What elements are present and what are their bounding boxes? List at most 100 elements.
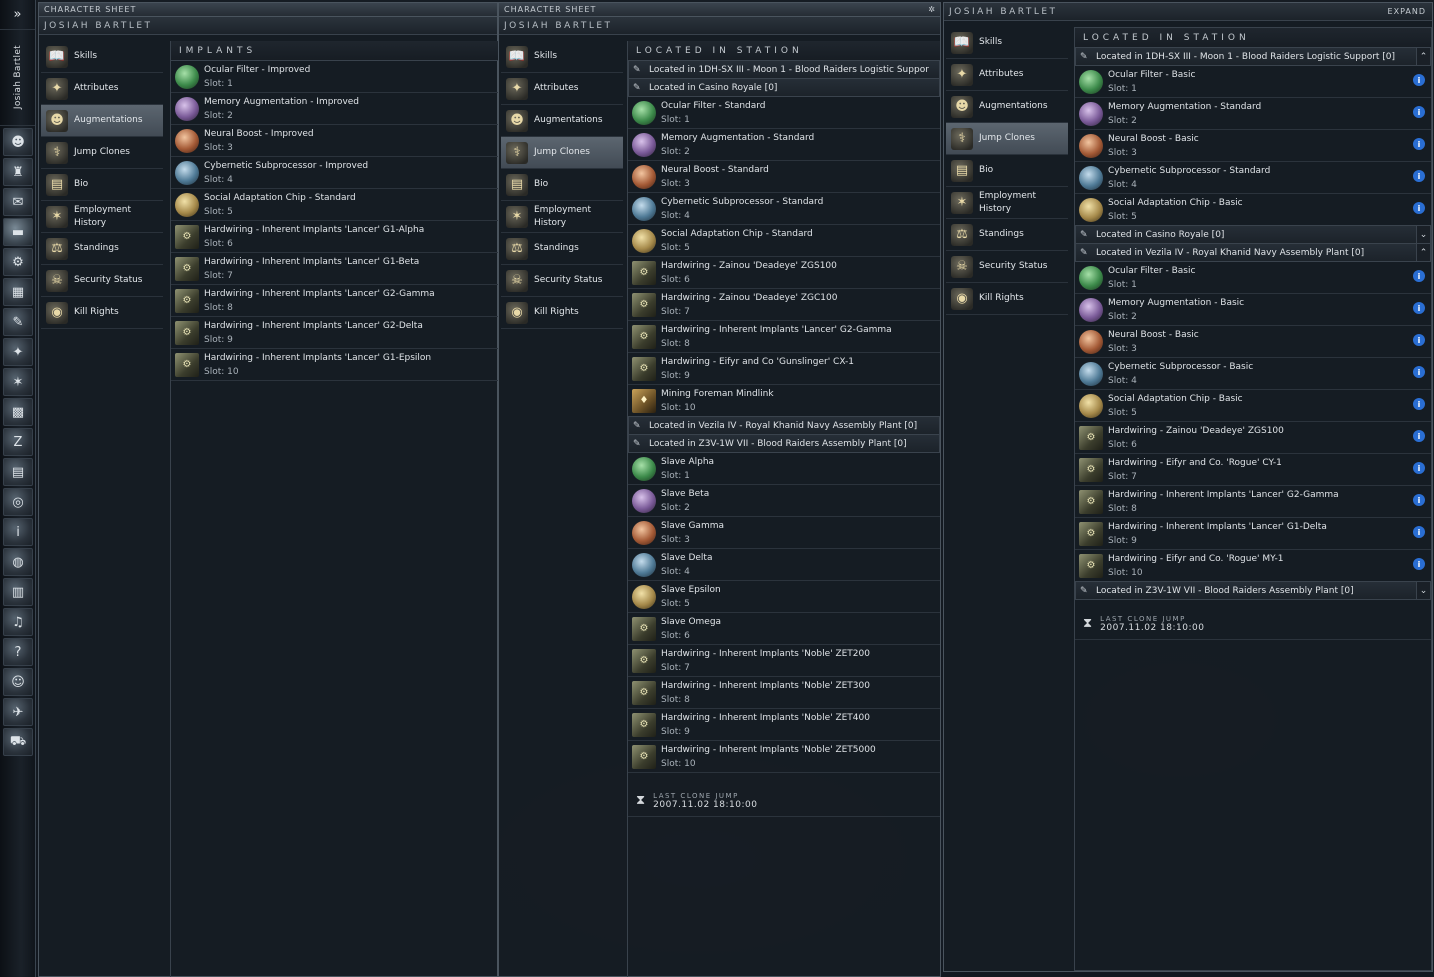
- station-location-header[interactable]: ✎ Located in Casino Royale [0]: [628, 78, 940, 97]
- implant-row[interactable]: ⚙ Hardwiring - Inherent Implants 'Noble' …: [628, 709, 940, 741]
- implant-row[interactable]: Slave Alpha Slot: 1: [628, 453, 940, 485]
- station-location-header[interactable]: ✎ Located in Casino Royale [0] ⌄: [1075, 225, 1431, 244]
- info-icon[interactable]: i: [1413, 494, 1425, 506]
- implant-row[interactable]: Memory Augmentation - Improved Slot: 2: [171, 93, 498, 125]
- info-icon[interactable]: i: [1413, 558, 1425, 570]
- nav-item-jump-clones[interactable]: ⚕ Jump Clones: [946, 123, 1068, 155]
- implant-row[interactable]: ⚙ Slave Omega Slot: 6: [628, 613, 940, 645]
- info-icon[interactable]: i: [1413, 366, 1425, 378]
- nav-item-skills[interactable]: 📖 Skills: [41, 41, 163, 73]
- nav-item-bio[interactable]: ▤ Bio: [501, 169, 623, 201]
- implant-row[interactable]: Ocular Filter - Standard Slot: 1: [628, 97, 940, 129]
- neocom-button-icon[interactable]: ♜: [3, 158, 33, 186]
- implant-row[interactable]: Neural Boost - Basic Slot: 3 i: [1075, 326, 1431, 358]
- implant-row[interactable]: Neural Boost - Standard Slot: 3: [628, 161, 940, 193]
- info-icon[interactable]: i: [1413, 398, 1425, 410]
- neocom-button-icon[interactable]: ✎: [3, 308, 33, 336]
- window-title-bar[interactable]: JOSIAH BARTLET: [499, 17, 940, 35]
- implant-row[interactable]: Memory Augmentation - Standard Slot: 2: [628, 129, 940, 161]
- implant-row[interactable]: Social Adaptation Chip - Standard Slot: 5: [171, 189, 498, 221]
- nav-item-augmentations[interactable]: ☻ Augmentations: [501, 105, 623, 137]
- neocom-button-icon[interactable]: Z: [3, 428, 33, 456]
- neocom-button-icon[interactable]: ✉: [3, 188, 33, 216]
- implant-row[interactable]: ⚙ Hardwiring - Zainou 'Deadeye' ZGC100 Slo…: [628, 289, 940, 321]
- info-icon[interactable]: i: [1413, 334, 1425, 346]
- implant-row[interactable]: ⚙ Hardwiring - Inherent Implants 'Lancer'…: [171, 221, 498, 253]
- implant-row[interactable]: Slave Delta Slot: 4: [628, 549, 940, 581]
- neocom-button-icon[interactable]: ▬: [3, 218, 33, 246]
- implant-row[interactable]: ⚙ Hardwiring - Eifyr and Co. 'Rogue' MY-1…: [1075, 550, 1431, 582]
- info-icon[interactable]: i: [1413, 106, 1425, 118]
- expand-chevron-icon[interactable]: ⌄: [1416, 582, 1430, 599]
- nav-item-kill-rights[interactable]: ◉ Kill Rights: [41, 297, 163, 329]
- nav-item-standings[interactable]: ⚖ Standings: [501, 233, 623, 265]
- nav-item-attributes[interactable]: ✦ Attributes: [946, 59, 1068, 91]
- implant-row[interactable]: Ocular Filter - Improved Slot: 1: [171, 61, 498, 93]
- neocom-collapse-button[interactable]: »: [0, 0, 35, 30]
- implant-row[interactable]: Memory Augmentation - Standard Slot: 2 i: [1075, 98, 1431, 130]
- nav-item-jump-clones[interactable]: ⚕ Jump Clones: [501, 137, 623, 169]
- implant-row[interactable]: Cybernetic Subprocessor - Standard Slot: …: [628, 193, 940, 225]
- implant-row[interactable]: Slave Gamma Slot: 3: [628, 517, 940, 549]
- nav-item-bio[interactable]: ▤ Bio: [946, 155, 1068, 187]
- implant-row[interactable]: Ocular Filter - Basic Slot: 1 i: [1075, 262, 1431, 294]
- neocom-button-icon[interactable]: i: [3, 518, 33, 546]
- nav-item-security-status[interactable]: ☠ Security Status: [41, 265, 163, 297]
- info-icon[interactable]: i: [1413, 302, 1425, 314]
- implant-row[interactable]: Social Adaptation Chip - Standard Slot: 5: [628, 225, 940, 257]
- implant-row[interactable]: ⚙ Hardwiring - Inherent Implants 'Lancer'…: [171, 349, 498, 381]
- nav-item-skills[interactable]: 📖 Skills: [501, 41, 623, 73]
- nav-item-attributes[interactable]: ✦ Attributes: [501, 73, 623, 105]
- info-icon[interactable]: i: [1413, 202, 1425, 214]
- nav-item-employment-history[interactable]: ✶ Employment History: [946, 187, 1068, 219]
- nav-item-bio[interactable]: ▤ Bio: [41, 169, 163, 201]
- nav-item-security-status[interactable]: ☠ Security Status: [946, 251, 1068, 283]
- neocom-button-icon[interactable]: ⛟: [3, 728, 33, 756]
- window-title-bar[interactable]: JOSIAH BARTLET: [39, 17, 497, 35]
- nav-item-security-status[interactable]: ☠ Security Status: [501, 265, 623, 297]
- neocom-button-icon[interactable]: ?: [3, 638, 33, 666]
- info-icon[interactable]: i: [1413, 138, 1425, 150]
- station-location-header[interactable]: ✎ Located in Z3V-1W VII - Blood Raiders A…: [628, 434, 940, 453]
- neocom-button-icon[interactable]: ✶: [3, 368, 33, 396]
- neocom-button-icon[interactable]: ☺: [3, 668, 33, 696]
- collapse-chevron-icon[interactable]: ⌃: [1416, 48, 1430, 65]
- expand-button[interactable]: EXPAND: [1388, 3, 1426, 20]
- nav-item-kill-rights[interactable]: ◉ Kill Rights: [501, 297, 623, 329]
- nav-item-standings[interactable]: ⚖ Standings: [41, 233, 163, 265]
- implant-row[interactable]: ⚙ Hardwiring - Eifyr and Co. 'Rogue' CY-1…: [1075, 454, 1431, 486]
- neocom-button-icon[interactable]: ◍: [3, 548, 33, 576]
- nav-item-kill-rights[interactable]: ◉ Kill Rights: [946, 283, 1068, 315]
- nav-item-standings[interactable]: ⚖ Standings: [946, 219, 1068, 251]
- implant-row[interactable]: ⚙ Hardwiring - Eifyr and Co 'Gunslinger' …: [628, 353, 940, 385]
- implant-row[interactable]: ⚙ Hardwiring - Inherent Implants 'Lancer'…: [171, 253, 498, 285]
- implant-row[interactable]: Cybernetic Subprocessor - Standard Slot: …: [1075, 162, 1431, 194]
- station-location-header[interactable]: ✎ Located in 1DH-SX III - Moon 1 - Blood …: [628, 60, 940, 79]
- pin-icon[interactable]: ✲: [928, 3, 936, 16]
- implant-row[interactable]: Cybernetic Subprocessor - Basic Slot: 4 i: [1075, 358, 1431, 390]
- window-caption[interactable]: CHARACTER SHEET: [39, 3, 497, 17]
- nav-item-employment-history[interactable]: ✶ Employment History: [501, 201, 623, 233]
- info-icon[interactable]: i: [1413, 74, 1425, 86]
- implant-row[interactable]: ⚙ Hardwiring - Inherent Implants 'Lancer'…: [628, 321, 940, 353]
- neocom-button-icon[interactable]: ☻: [3, 128, 33, 156]
- nav-item-augmentations[interactable]: ☻ Augmentations: [946, 91, 1068, 123]
- implant-row[interactable]: ⚙ Hardwiring - Inherent Implants 'Lancer'…: [1075, 518, 1431, 550]
- neocom-button-icon[interactable]: ▥: [3, 578, 33, 606]
- implant-row[interactable]: Ocular Filter - Basic Slot: 1 i: [1075, 66, 1431, 98]
- info-icon[interactable]: i: [1413, 430, 1425, 442]
- implant-row[interactable]: ⚙ Hardwiring - Zainou 'Deadeye' ZGS100 Slo…: [628, 257, 940, 289]
- implant-row[interactable]: ⚙ Hardwiring - Inherent Implants 'Noble' …: [628, 741, 940, 773]
- implant-row[interactable]: Social Adaptation Chip - Basic Slot: 5 i: [1075, 194, 1431, 226]
- station-location-header[interactable]: ✎ Located in Vezila IV - Royal Khanid Nav…: [628, 416, 940, 435]
- neocom-button-icon[interactable]: ▦: [3, 278, 33, 306]
- nav-item-employment-history[interactable]: ✶ Employment History: [41, 201, 163, 233]
- neocom-button-icon[interactable]: ✦: [3, 338, 33, 366]
- implant-row[interactable]: ⚙ Hardwiring - Inherent Implants 'Lancer'…: [1075, 486, 1431, 518]
- nav-item-skills[interactable]: 📖 Skills: [946, 27, 1068, 59]
- nav-item-jump-clones[interactable]: ⚕ Jump Clones: [41, 137, 163, 169]
- implant-row[interactable]: ⚙ Hardwiring - Inherent Implants 'Lancer'…: [171, 285, 498, 317]
- implant-row[interactable]: ⚙ Hardwiring - Zainou 'Deadeye' ZGS100 Slo…: [1075, 422, 1431, 454]
- neocom-button-icon[interactable]: ◎: [3, 488, 33, 516]
- window-caption[interactable]: CHARACTER SHEET ✲: [499, 3, 940, 17]
